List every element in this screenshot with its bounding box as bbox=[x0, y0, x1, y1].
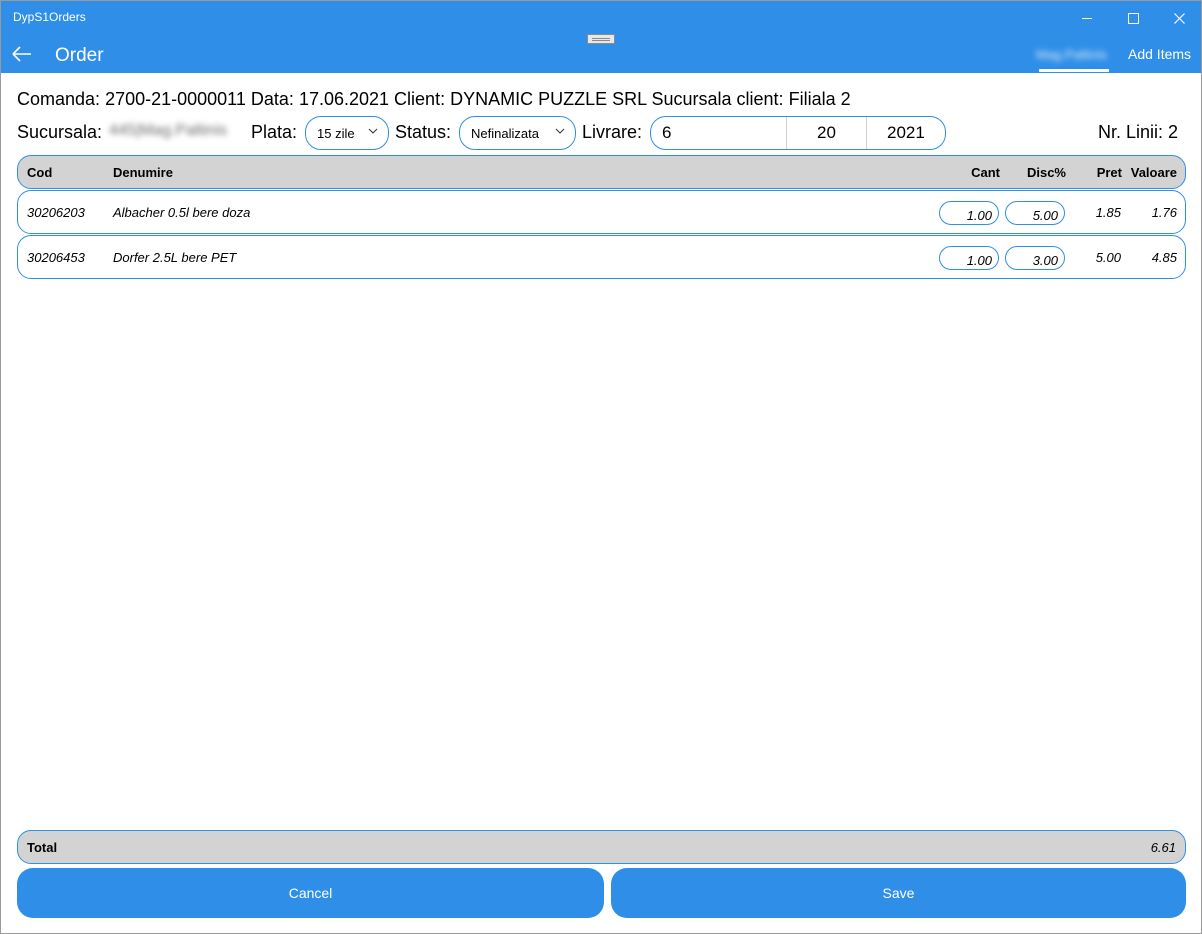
row-valoare: 1.76 bbox=[1151, 204, 1177, 220]
page-title: Order bbox=[55, 45, 104, 66]
comanda-label: Comanda: bbox=[17, 89, 101, 109]
sucursala-label: Sucursala: bbox=[17, 122, 103, 142]
close-button[interactable] bbox=[1156, 3, 1201, 33]
sucursala-value: 445|Mag.Paltinis bbox=[109, 122, 227, 139]
total-value: 6.61 bbox=[1150, 839, 1176, 855]
disc-input[interactable]: 5.00 bbox=[1005, 201, 1065, 225]
client-value: DYNAMIC PUZZLE SRL bbox=[450, 89, 647, 109]
maximize-button[interactable] bbox=[1110, 3, 1156, 33]
col-denumire: Denumire bbox=[113, 164, 173, 180]
cant-input[interactable]: 1.00 bbox=[939, 201, 999, 225]
sucursala-client-label: Sucursala client: bbox=[651, 89, 784, 109]
branch-tab-indicator bbox=[1039, 69, 1109, 72]
data-label: Data: bbox=[250, 89, 294, 109]
row-cod: 30206453 bbox=[27, 249, 85, 265]
table-row[interactable]: 30206453 Dorfer 2.5L bere PET 1.00 3.00 … bbox=[17, 235, 1186, 279]
app-window: DypS1Orders Order Mag.Paltinis Add Items… bbox=[0, 0, 1202, 934]
nr-linii-value: 2 bbox=[1168, 122, 1179, 142]
status-selected-value: Nefinalizata bbox=[471, 125, 539, 141]
title-bar: DypS1Orders Order Mag.Paltinis Add Items bbox=[1, 1, 1201, 73]
livrare-day[interactable]: 20 bbox=[817, 117, 836, 149]
livrare-year[interactable]: 2021 bbox=[887, 117, 925, 149]
status-select[interactable]: Nefinalizata bbox=[459, 116, 576, 150]
row-valoare: 4.85 bbox=[1151, 249, 1177, 265]
row-denumire: Dorfer 2.5L bere PET bbox=[113, 249, 237, 265]
add-items-button[interactable]: Add Items bbox=[1128, 46, 1191, 62]
chevron-down-icon bbox=[555, 128, 565, 134]
minimize-icon bbox=[1082, 17, 1092, 19]
comanda-value: 2700-21-0000011 bbox=[105, 89, 246, 109]
col-cod: Cod bbox=[27, 164, 53, 180]
col-valoare: Valoare bbox=[1130, 164, 1177, 180]
status-label: Status: bbox=[395, 122, 452, 142]
cant-input[interactable]: 1.00 bbox=[939, 246, 999, 270]
row-denumire: Albacher 0.5l bere doza bbox=[113, 204, 251, 220]
livrare-label: Livrare: bbox=[582, 122, 643, 142]
plata-label: Plata: bbox=[251, 122, 298, 142]
app-title: DypS1Orders bbox=[13, 10, 86, 24]
row-pret: 5.00 bbox=[1095, 249, 1121, 265]
maximize-icon bbox=[1127, 12, 1139, 24]
save-button[interactable]: Save bbox=[611, 868, 1186, 918]
client-label: Client: bbox=[394, 89, 446, 109]
col-disc: Disc% bbox=[1026, 164, 1066, 180]
branch-tab[interactable]: Mag.Paltinis bbox=[1036, 47, 1107, 62]
plata-select[interactable]: 15 zile bbox=[305, 116, 389, 150]
col-cant: Cant bbox=[971, 164, 1000, 180]
date-divider bbox=[786, 117, 787, 149]
chevron-down-icon bbox=[368, 128, 378, 134]
close-icon bbox=[1173, 12, 1185, 24]
date-divider bbox=[866, 117, 867, 149]
nr-linii: Nr. Linii: 2 bbox=[1098, 122, 1178, 143]
livrare-date-picker[interactable]: 6 20 2021 bbox=[650, 116, 946, 150]
total-bar: Total 6.61 bbox=[17, 830, 1186, 864]
table-row[interactable]: 30206203 Albacher 0.5l bere doza 1.00 5.… bbox=[17, 190, 1186, 234]
nr-linii-label: Nr. Linii: bbox=[1098, 122, 1164, 142]
sucursala-client-value: Filiala 2 bbox=[788, 89, 851, 109]
total-label: Total bbox=[27, 839, 58, 855]
cancel-button[interactable]: Cancel bbox=[17, 868, 604, 918]
disc-input[interactable]: 3.00 bbox=[1005, 246, 1065, 270]
plata-selected-value: 15 zile bbox=[317, 125, 355, 141]
arrow-left-icon bbox=[12, 46, 31, 62]
grid-header: Cod Denumire Cant Disc% Pret Valoare bbox=[17, 155, 1186, 189]
col-pret: Pret bbox=[1096, 164, 1122, 180]
order-info-line: Comanda: 2700-21-0000011 Data: 17.06.202… bbox=[17, 89, 851, 110]
drag-handle[interactable] bbox=[587, 34, 615, 44]
data-value: 17.06.2021 bbox=[298, 89, 390, 109]
livrare-month[interactable]: 6 bbox=[662, 117, 671, 149]
row-pret: 1.85 bbox=[1095, 204, 1121, 220]
back-button[interactable] bbox=[9, 41, 35, 67]
minimize-button[interactable] bbox=[1064, 3, 1110, 33]
row-cod: 30206203 bbox=[27, 204, 85, 220]
